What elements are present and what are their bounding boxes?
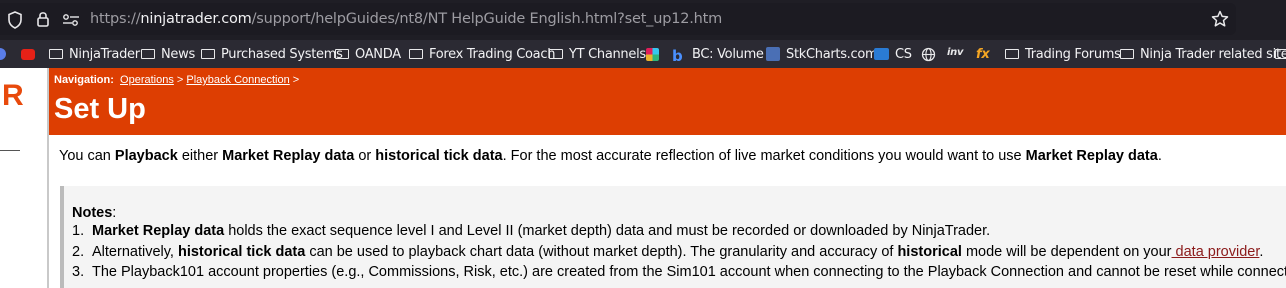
text: .	[1157, 148, 1162, 164]
bookmark-partial[interactable]	[0, 46, 12, 62]
folder-icon	[49, 49, 63, 59]
bookmark-favicon	[0, 48, 6, 60]
folder-icon	[549, 49, 563, 59]
lock-icon[interactable]	[36, 10, 50, 28]
cs-icon	[874, 48, 889, 60]
nav-link-playback-connection[interactable]: Playback Connection	[186, 74, 289, 86]
bookmark-label: News	[161, 46, 195, 62]
url-prefix: https://	[90, 11, 141, 27]
shield-icon[interactable]	[7, 11, 23, 29]
bookmark-fx[interactable]: fx	[976, 46, 998, 62]
globe-icon	[921, 47, 936, 61]
text: Alternatively,	[92, 244, 178, 260]
folder-icon	[1275, 49, 1286, 59]
bookmark-stkcharts[interactable]: StkCharts.com	[766, 46, 878, 62]
note-item-3: 3. The Playback101 account properties (e.…	[72, 264, 1286, 280]
note-number: 2.	[72, 244, 85, 260]
url-host: ninjatrader.com	[140, 11, 252, 27]
url-path: /support/helpGuides/nt8/NT HelpGuide Eng…	[251, 11, 723, 27]
bookmark-news[interactable]: News	[141, 46, 195, 62]
bookmark-yt-channels[interactable]: YT Channels	[549, 46, 646, 62]
bookmark-oanda[interactable]: OANDA	[335, 46, 401, 62]
note-item-2: 2. Alternatively, historical tick data ca…	[72, 244, 1263, 260]
bold-text: historical	[897, 244, 962, 260]
notes-colon: :	[112, 205, 117, 221]
bookmark-cs[interactable]: CS	[874, 46, 912, 62]
bookmark-label: Forex Trading Coach	[429, 46, 556, 62]
bookmark-label: StkCharts.com	[786, 46, 878, 62]
text: The Playback101 account properties (e.g.…	[92, 264, 1286, 280]
breadcrumb: Navigation: Operations > Playback Connec…	[54, 74, 299, 86]
bookmark-label: BC: Volume	[692, 46, 764, 62]
text: . For the most accurate reflection of li…	[502, 148, 1026, 164]
bookmark-bc-volume[interactable]: b BC: Volume	[672, 46, 764, 66]
page-title: Set Up	[54, 93, 146, 125]
bold-text: Market Replay data	[222, 148, 355, 164]
bookmark-label: CS	[895, 46, 912, 62]
nav-link-operations[interactable]: Operations	[120, 74, 174, 86]
note-number: 3.	[72, 264, 85, 280]
bookmark-purchased-systems[interactable]: Purchased Systems	[201, 46, 343, 62]
text: You can	[59, 148, 115, 164]
bc-icon: b	[672, 47, 683, 65]
text: can be used to playback chart data (with…	[305, 244, 898, 260]
nav-label: Navigation:	[54, 74, 114, 86]
investing-icon: inv	[947, 47, 964, 58]
folder-icon	[1005, 49, 1019, 59]
note-item-1: 1. Market Replay data holds the exact seq…	[72, 223, 990, 239]
folder-icon	[335, 49, 349, 59]
bookmark-ninjatrader[interactable]: NinjaTrader	[49, 46, 140, 62]
text: or	[354, 148, 376, 164]
bookmark-label: OANDA	[355, 46, 401, 62]
bookmark-trading-forums[interactable]: Trading Forums	[1005, 46, 1121, 62]
nav-separator: >	[173, 74, 187, 86]
left-divider	[0, 150, 20, 151]
intro-paragraph: You can Playback either Market Replay da…	[59, 148, 1162, 164]
bookmark-forex-trading-coach[interactable]: Forex Trading Coach	[409, 46, 555, 62]
text: holds the exact sequence level I and Lev…	[224, 223, 991, 239]
data-provider-link[interactable]: data provider	[1172, 244, 1260, 260]
bold-text: Market Replay data	[1025, 148, 1158, 164]
text: .	[1259, 244, 1264, 260]
notes-title: Notes:	[72, 205, 116, 221]
notes-title-text: Notes	[72, 205, 113, 221]
folder-icon	[409, 49, 423, 59]
bookmark-label: NinjaTrader	[69, 46, 140, 62]
bold-text: Playback	[114, 148, 178, 164]
folder-icon	[141, 49, 155, 59]
nav-separator: >	[289, 74, 300, 86]
bookmark-investing[interactable]: inv	[947, 46, 971, 62]
fx-icon: fx	[976, 47, 990, 62]
bold-text: historical tick data	[375, 148, 503, 164]
bookmark-overflow[interactable]	[1275, 46, 1286, 62]
bookmark-label: Purchased Systems	[221, 46, 343, 62]
bookmark-ninja-trader-related-sites[interactable]: Ninja Trader related sites	[1120, 46, 1286, 62]
bookmark-label: YT Channels	[569, 46, 646, 62]
bookmark-youtube[interactable]	[21, 46, 41, 62]
permissions-icon[interactable]	[62, 13, 80, 27]
slack-icon	[646, 47, 659, 61]
bookmark-globe[interactable]	[921, 46, 936, 62]
bookmark-label: Trading Forums	[1025, 46, 1121, 62]
bold-text: Market Replay data	[92, 223, 225, 239]
url-text[interactable]: https://ninjatrader.com/support/helpGuid…	[90, 11, 722, 27]
folder-icon	[201, 49, 215, 59]
text: mode will be dependent on your	[961, 244, 1172, 260]
text: either	[177, 148, 223, 164]
left-logo-letter: R	[2, 79, 24, 112]
bold-text: historical tick data	[177, 244, 306, 260]
bookmark-slack[interactable]	[646, 46, 665, 62]
star-bookmark-icon[interactable]	[1211, 10, 1229, 28]
folder-icon	[1120, 49, 1134, 59]
note-number: 1.	[72, 223, 85, 239]
stkcharts-icon	[766, 47, 780, 61]
youtube-icon	[21, 48, 35, 60]
bookmark-label: Ninja Trader related sites	[1140, 46, 1286, 62]
